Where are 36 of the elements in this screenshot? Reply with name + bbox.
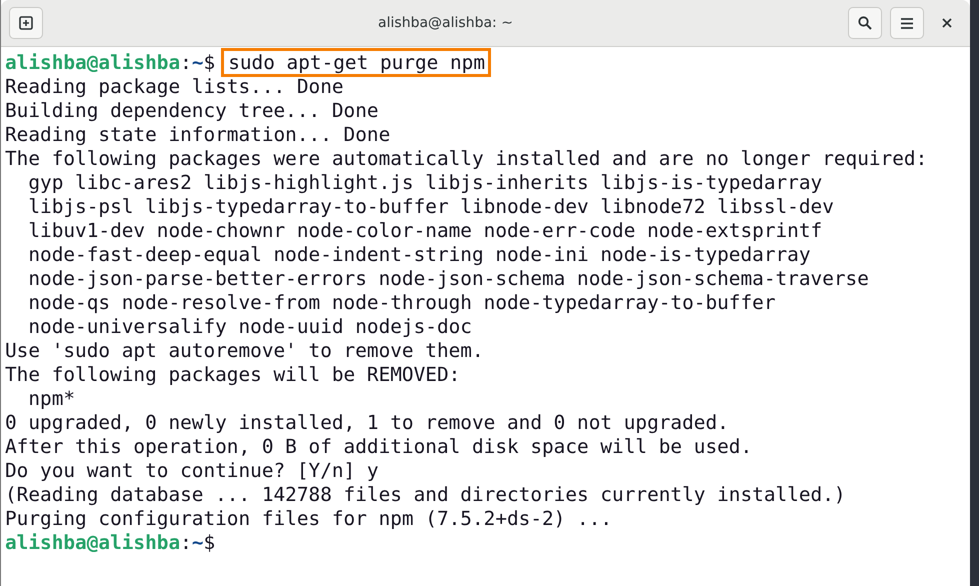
output-line: npm* [27,387,76,411]
output-line: libjs-psl libjs-typedarray-to-buffer libnode-dev libnode72 libssl-dev [27,195,835,219]
new-tab-icon [19,16,33,30]
search-button[interactable] [848,7,882,39]
menu-icon [901,18,913,28]
prompt-symbol: $ [204,531,216,554]
output-line: gyp libc-ares2 libjs-highlight.js libjs-inherits libjs-is-typedarray [27,171,824,195]
prompt-symbol: $ [204,51,216,74]
command-text: sudo apt-get purge npm [221,48,492,77]
window-title: alishba@alishba: ~ [377,15,514,31]
prompt-path: ~ [192,51,204,74]
output-line: Purging configuration files for npm (7.5.2+ds-2) ... [5,507,614,531]
menu-button[interactable] [890,7,924,39]
close-icon [942,18,952,28]
output-line: 0 upgraded, 0 newly installed, 1 to remove and 0 not upgraded. [5,411,730,435]
new-tab-button[interactable] [9,7,43,39]
output-line: (Reading database ... 142788 files and directories currently installed.) [5,483,847,507]
output-line: Do you want to continue? [Y/n] y [5,459,380,483]
prompt-separator: : [180,51,192,74]
output-line: Building dependency tree... Done [5,99,380,123]
output-line: After this operation, 0 B of additional disk space will be used. [5,435,754,459]
output-line: node-fast-deep-equal node-indent-string node-ini node-is-typedarray [27,243,812,267]
prompt-path: ~ [192,531,204,554]
search-icon [858,16,872,30]
output-line: The following packages will be REMOVED: [5,363,462,387]
output-line: Use 'sudo apt autoremove' to remove them. [5,339,485,363]
output-line: libuv1-dev node-chownr node-color-name node-err-code node-extsprintf [27,219,824,243]
output-line: Reading package lists... Done [5,75,345,99]
output-line: The following packages were automatically installed and are no longer required: [5,147,928,171]
prompt-separator: : [180,531,192,554]
output-line: node-qs node-resolve-from node-through node-typedarray-to-buffer [27,291,776,315]
prompt-user-host: alishba@alishba [5,531,180,554]
output-line: Reading state information... Done [5,123,392,147]
prompt-user-host: alishba@alishba [5,51,180,74]
output-line: node-json-parse-better-errors node-json-schema node-json-schema-traverse [27,267,870,291]
output-line: node-universalify node-uuid nodejs-doc [27,315,473,339]
